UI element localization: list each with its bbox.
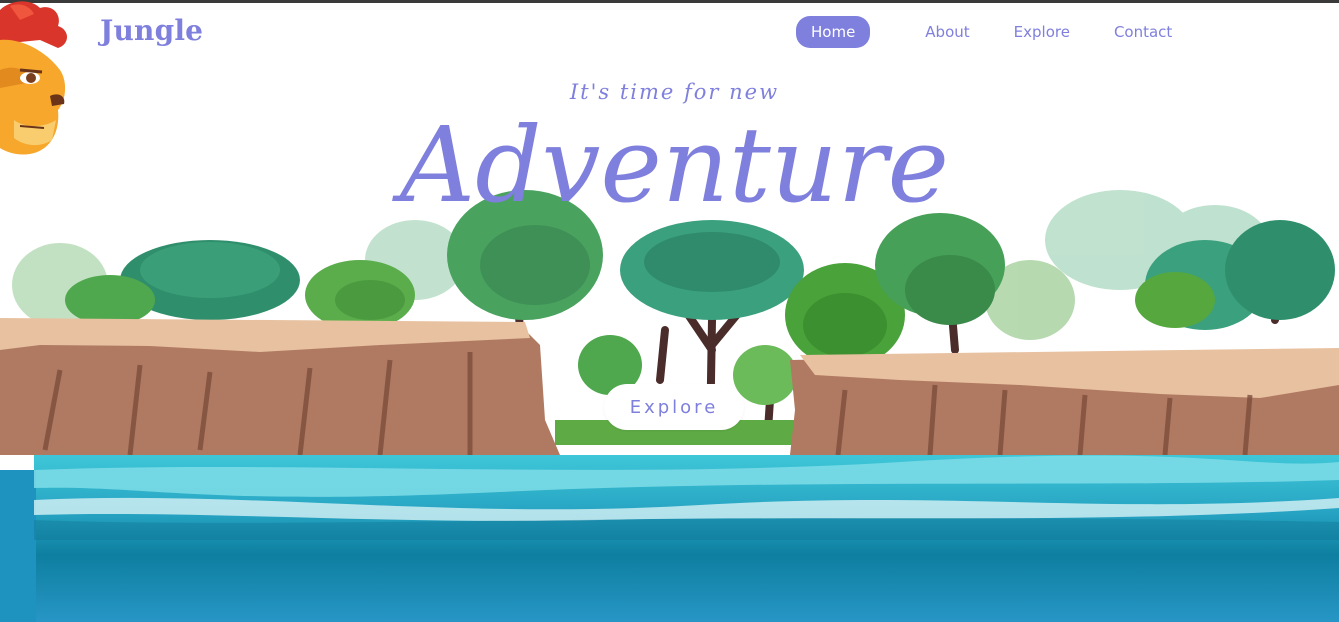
- nav-contact[interactable]: Contact: [1114, 17, 1172, 47]
- hero-headline: Adventure: [400, 104, 949, 226]
- page: Jungle Home About Explore Contact It's t…: [0, 0, 1339, 622]
- nav-home[interactable]: Home: [796, 16, 871, 48]
- explore-button[interactable]: Explore: [604, 384, 744, 430]
- brand-logo[interactable]: Jungle: [100, 14, 203, 47]
- nav-about[interactable]: About: [925, 17, 969, 47]
- main-nav: Home About Explore Contact: [796, 16, 1216, 48]
- nav-explore[interactable]: Explore: [1014, 17, 1070, 47]
